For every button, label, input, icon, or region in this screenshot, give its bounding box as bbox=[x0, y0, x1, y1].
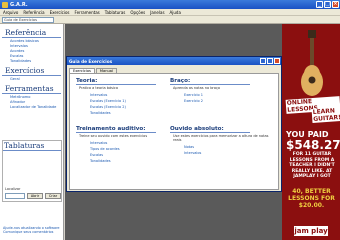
group-desc: Use estes exercícios para memorizar a al… bbox=[173, 134, 269, 142]
menu-referencia[interactable]: Referência bbox=[23, 10, 44, 15]
group-title: Braço: bbox=[170, 78, 250, 85]
ad-logo[interactable]: jam play bbox=[294, 226, 328, 236]
exercise-link[interactable]: Tonalidades bbox=[90, 158, 156, 164]
link-localizador[interactable]: Localizador de Tonalidade bbox=[10, 105, 63, 110]
menu-arquivo[interactable]: Arquivo bbox=[3, 10, 18, 15]
guitar-icon bbox=[301, 30, 323, 96]
group-title: Teoria: bbox=[76, 78, 156, 85]
ad-amount: $548.27 bbox=[286, 138, 340, 152]
maximize-button[interactable]: □ bbox=[324, 1, 331, 8]
menu-janelas[interactable]: Janelas bbox=[150, 10, 164, 15]
menu-ferramentas[interactable]: Ferramentas bbox=[75, 10, 100, 15]
ad-learn-guitar: LEARN GUITAR! bbox=[311, 106, 340, 124]
tablaturas-panel: Tablaturas Localizar Abrir Criar bbox=[2, 140, 62, 202]
tablaturas-search-label: Localizar bbox=[5, 187, 21, 191]
sidebar: Referência Acordes básicos Intervalos Ac… bbox=[0, 24, 64, 240]
group-title: Treinamento auditivo: bbox=[76, 126, 156, 133]
dialog-close-button[interactable] bbox=[274, 58, 280, 64]
menu-bar: Arquivo Referência Exercícios Ferramenta… bbox=[0, 9, 340, 16]
menu-tablaturas[interactable]: Tablaturas bbox=[105, 10, 126, 15]
abrir-button[interactable]: Abrir bbox=[27, 193, 43, 199]
dialog-title: Guia de Exercícios bbox=[69, 58, 113, 64]
menu-exercicios[interactable]: Exercícios bbox=[50, 10, 70, 15]
exercise-link[interactable]: Tonalidades bbox=[90, 110, 156, 116]
window-title: G.A.R. bbox=[10, 1, 28, 8]
section-referencia-title: Referência bbox=[2, 28, 61, 38]
app-icon bbox=[2, 1, 8, 8]
section-tablaturas-title: Tablaturas bbox=[3, 141, 61, 151]
group-ouvido-absoluto: Ouvido absoluto: Use estes exercícios pa… bbox=[170, 126, 270, 156]
dialog-maximize-button[interactable] bbox=[267, 58, 273, 64]
jamplay-ad[interactable]: ONLINE LESSONS LEARN GUITAR! YOU PAID $5… bbox=[282, 24, 340, 240]
link-tonalidades[interactable]: Tonalidades bbox=[10, 59, 63, 64]
criar-button[interactable]: Criar bbox=[45, 193, 61, 199]
section-exercicios-title: Exercícios bbox=[2, 66, 61, 76]
group-desc: Pratica a teoria básica bbox=[79, 86, 118, 90]
menu-ajuda[interactable]: Ajuda bbox=[170, 10, 181, 15]
dialog-body: Teoria: Pratica a teoria básica Interval… bbox=[69, 73, 279, 190]
ad-better: 40, BETTER LESSONS FOR $20.00. bbox=[288, 188, 335, 209]
link-geral[interactable]: Geral bbox=[10, 77, 63, 82]
group-desc: Aprenda as notas no braço bbox=[173, 86, 221, 90]
ad-body: FOR 11 GUITAR LESSONS FROM A TEACHER I D… bbox=[289, 152, 335, 179]
close-button[interactable]: × bbox=[332, 1, 339, 8]
minimize-button[interactable]: _ bbox=[316, 1, 323, 8]
exercise-guide-dialog: Guia de Exercícios Exercícios Manual Teo… bbox=[66, 56, 282, 192]
group-title: Ouvido absoluto: bbox=[170, 126, 250, 133]
window-titlebar: G.A.R. _ □ × bbox=[0, 0, 340, 9]
tablaturas-search-input[interactable] bbox=[5, 193, 25, 199]
exercise-link[interactable]: Intervalos bbox=[184, 150, 270, 156]
exercise-link[interactable]: Exercício 2 bbox=[184, 98, 250, 104]
group-teoria: Teoria: Pratica a teoria básica Interval… bbox=[76, 78, 156, 116]
footer-link-feedback[interactable]: Comunique seus comentários bbox=[3, 230, 59, 234]
dialog-minimize-button[interactable] bbox=[260, 58, 266, 64]
section-ferramentas-title: Ferramentas bbox=[2, 84, 61, 94]
dialog-titlebar: Guia de Exercícios bbox=[67, 57, 281, 65]
menu-opcoes[interactable]: Opções bbox=[130, 10, 145, 15]
group-braco: Braço: Aprenda as notas no braço Exercíc… bbox=[170, 78, 250, 104]
address-field[interactable]: Guia de Exercícios bbox=[2, 17, 54, 23]
address-bar: Guia de Exercícios bbox=[0, 16, 340, 24]
group-treinamento-auditivo: Treinamento auditivo: Treine seu ouvido … bbox=[76, 126, 156, 164]
group-desc: Treine seu ouvido com estes exercícios bbox=[79, 134, 148, 138]
